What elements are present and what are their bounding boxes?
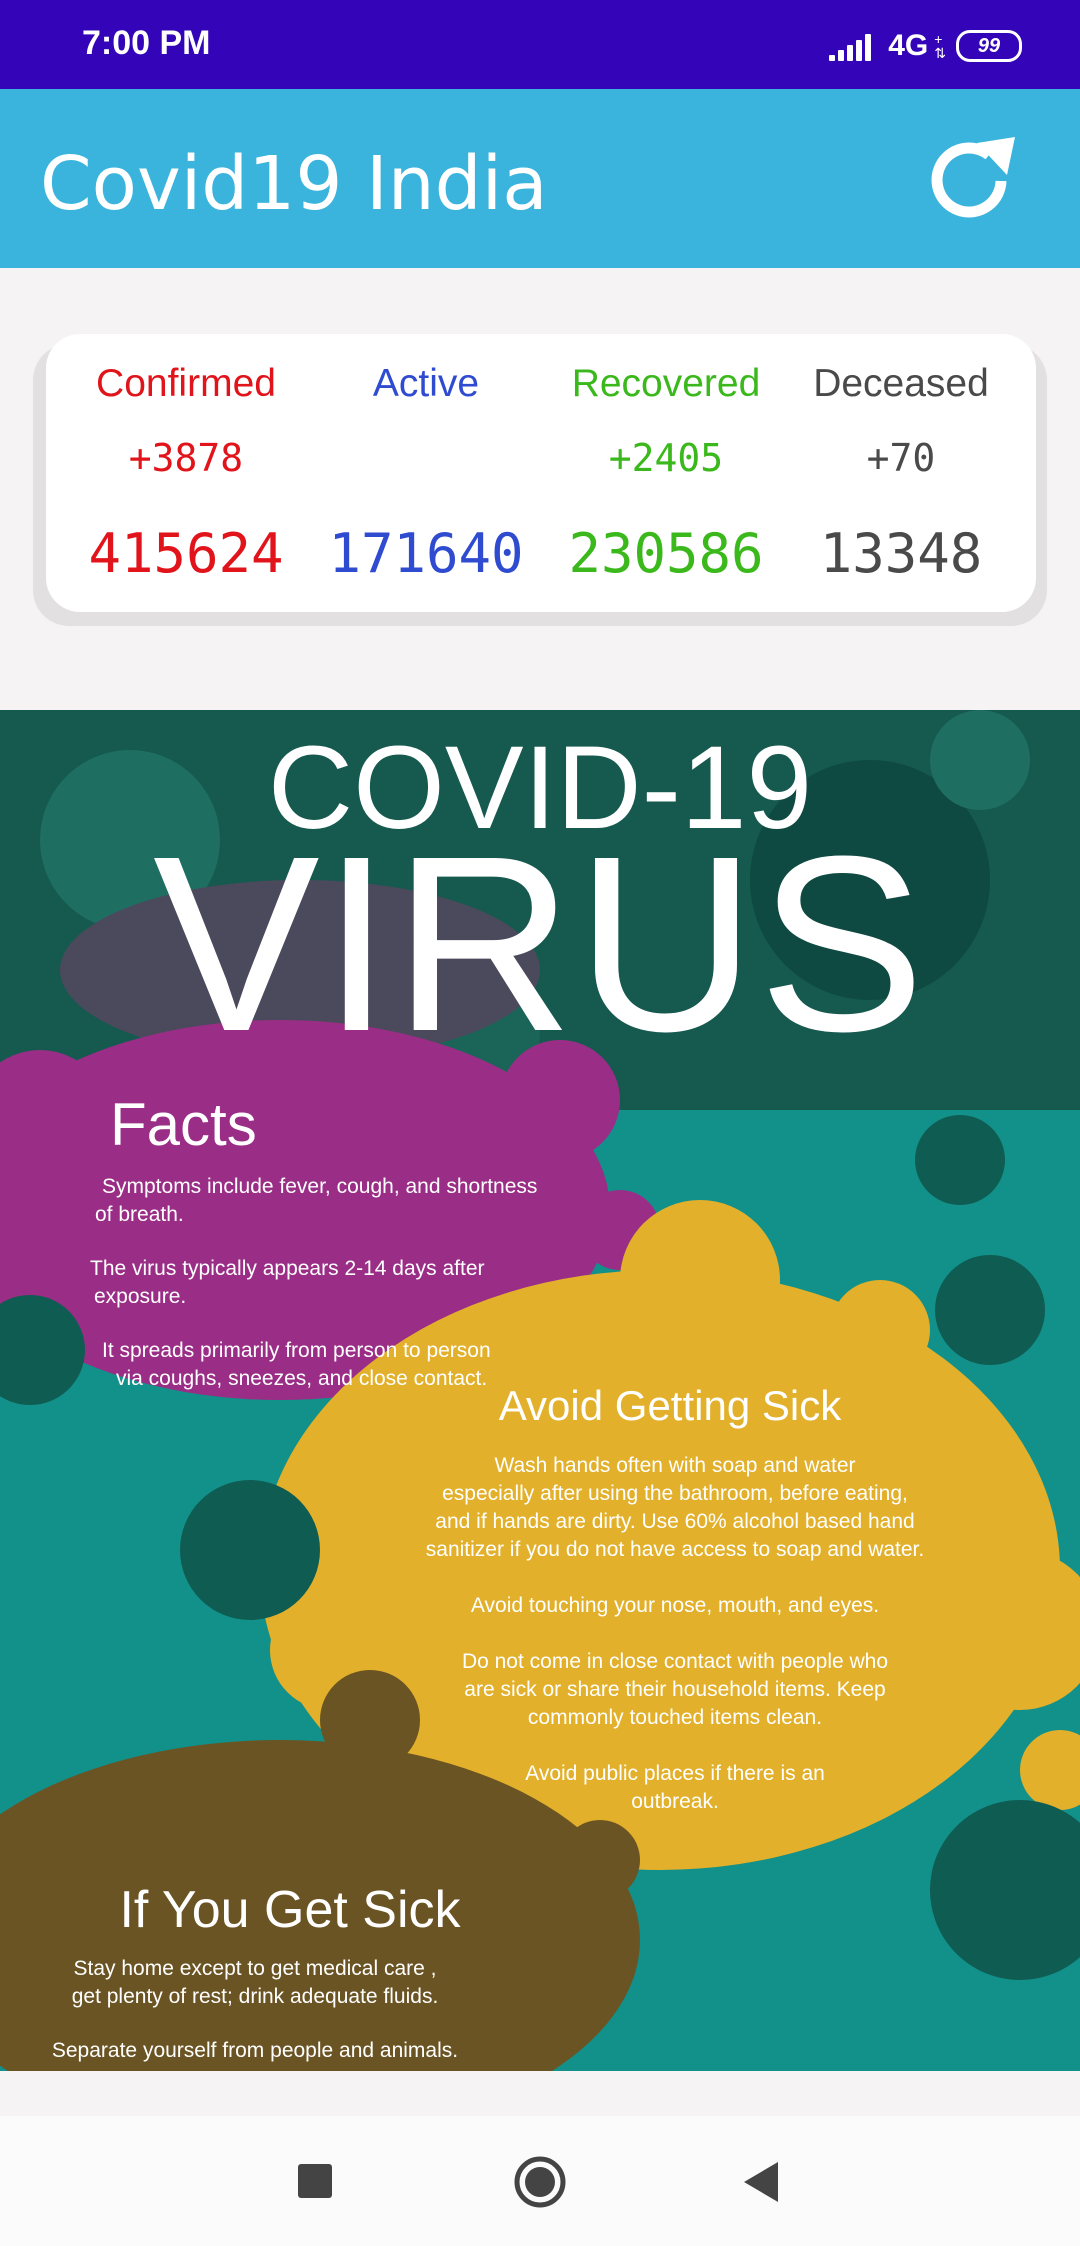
app-title: Covid19 India <box>40 141 548 227</box>
facts-line: It spreads primarily from person to pers… <box>102 1339 491 1362</box>
sick-title: If You Get Sick <box>119 1881 461 1939</box>
avoid-line: especially after using the bathroom, bef… <box>442 1482 908 1505</box>
stat-deceased: Deceased +70 13348 <box>781 334 1021 612</box>
avoid-line: and if hands are dirty. Use 60% alcohol … <box>435 1510 915 1533</box>
stat-label: Deceased <box>813 362 989 405</box>
facts-line: The virus typically appears 2-14 days af… <box>90 1257 485 1280</box>
stat-total: 13348 <box>819 522 983 585</box>
stat-total: 171640 <box>328 522 524 585</box>
avoid-line: Do not come in close contact with people… <box>461 1650 889 1673</box>
data-activity-icon: + ⇅ <box>934 31 946 61</box>
avoid-line: are sick or share their household items.… <box>464 1678 886 1701</box>
stat-total: 415624 <box>88 522 284 585</box>
facts-text: Symptoms include fever, cough, and short… <box>90 1173 560 1393</box>
stat-recovered: Recovered +2405 230586 <box>546 334 786 612</box>
avoid-title: Avoid Getting Sick <box>498 1382 842 1429</box>
stat-confirmed: Confirmed +3878 415624 <box>66 334 306 612</box>
avoid-line: outbreak. <box>631 1790 719 1813</box>
avoid-line: sanitizer if you do not have access to s… <box>425 1538 925 1561</box>
app-bar: Covid19 India <box>0 89 1080 268</box>
stat-active: Active 171640 <box>306 334 546 612</box>
stats-card: Confirmed +3878 415624 Active 171640 Rec… <box>46 334 1036 612</box>
avoid-text: Wash hands often with soap and water esp… <box>395 1452 955 1816</box>
stat-total: 230586 <box>568 522 764 585</box>
facts-title: Facts <box>110 1091 257 1158</box>
avoid-line: Avoid public places if there is an <box>525 1762 825 1785</box>
avoid-line: Avoid touching your nose, mouth, and eye… <box>470 1594 880 1617</box>
battery-icon: 99 <box>956 30 1022 62</box>
navigation-bar <box>0 2116 1080 2246</box>
sick-text: Stay home except to get medical care , g… <box>30 1955 480 2065</box>
sick-line: Separate yourself from people and animal… <box>51 2039 459 2062</box>
sick-line: get plenty of rest; drink adequate fluid… <box>71 1985 439 2008</box>
stat-delta: +70 <box>866 436 936 480</box>
battery-level: 99 <box>977 34 1001 57</box>
status-indicators: 4G + ⇅ 99 <box>829 26 1022 66</box>
signal-icon <box>829 31 874 61</box>
back-triangle-icon[interactable] <box>732 2152 792 2212</box>
facts-line: of breath. <box>95 1203 184 1226</box>
avoid-line: Wash hands often with soap and water <box>494 1454 856 1477</box>
stat-label: Recovered <box>571 362 761 405</box>
home-circle-icon[interactable] <box>510 2152 570 2212</box>
refresh-icon[interactable] <box>921 129 1021 229</box>
stat-delta: +3878 <box>128 436 244 480</box>
stat-delta: +2405 <box>608 436 724 480</box>
avoid-line: commonly touched items clean. <box>527 1706 823 1729</box>
facts-line: Symptoms include fever, cough, and short… <box>102 1175 538 1198</box>
network-type: 4G <box>888 29 929 62</box>
status-time: 7:00 PM <box>82 24 211 62</box>
sick-line: Stay home except to get medical care , <box>73 1957 437 1980</box>
covid-info-poster: COVID-19 VIRUS Facts Symptoms include fe… <box>0 710 1080 2071</box>
status-bar: 7:00 PM 4G + ⇅ 99 <box>0 0 1080 89</box>
stat-label: Confirmed <box>96 362 276 405</box>
stat-label: Active <box>372 362 480 405</box>
square-icon[interactable] <box>286 2152 346 2212</box>
poster-heading-main: VIRUS <box>152 804 928 1083</box>
facts-line: exposure. <box>94 1285 187 1308</box>
